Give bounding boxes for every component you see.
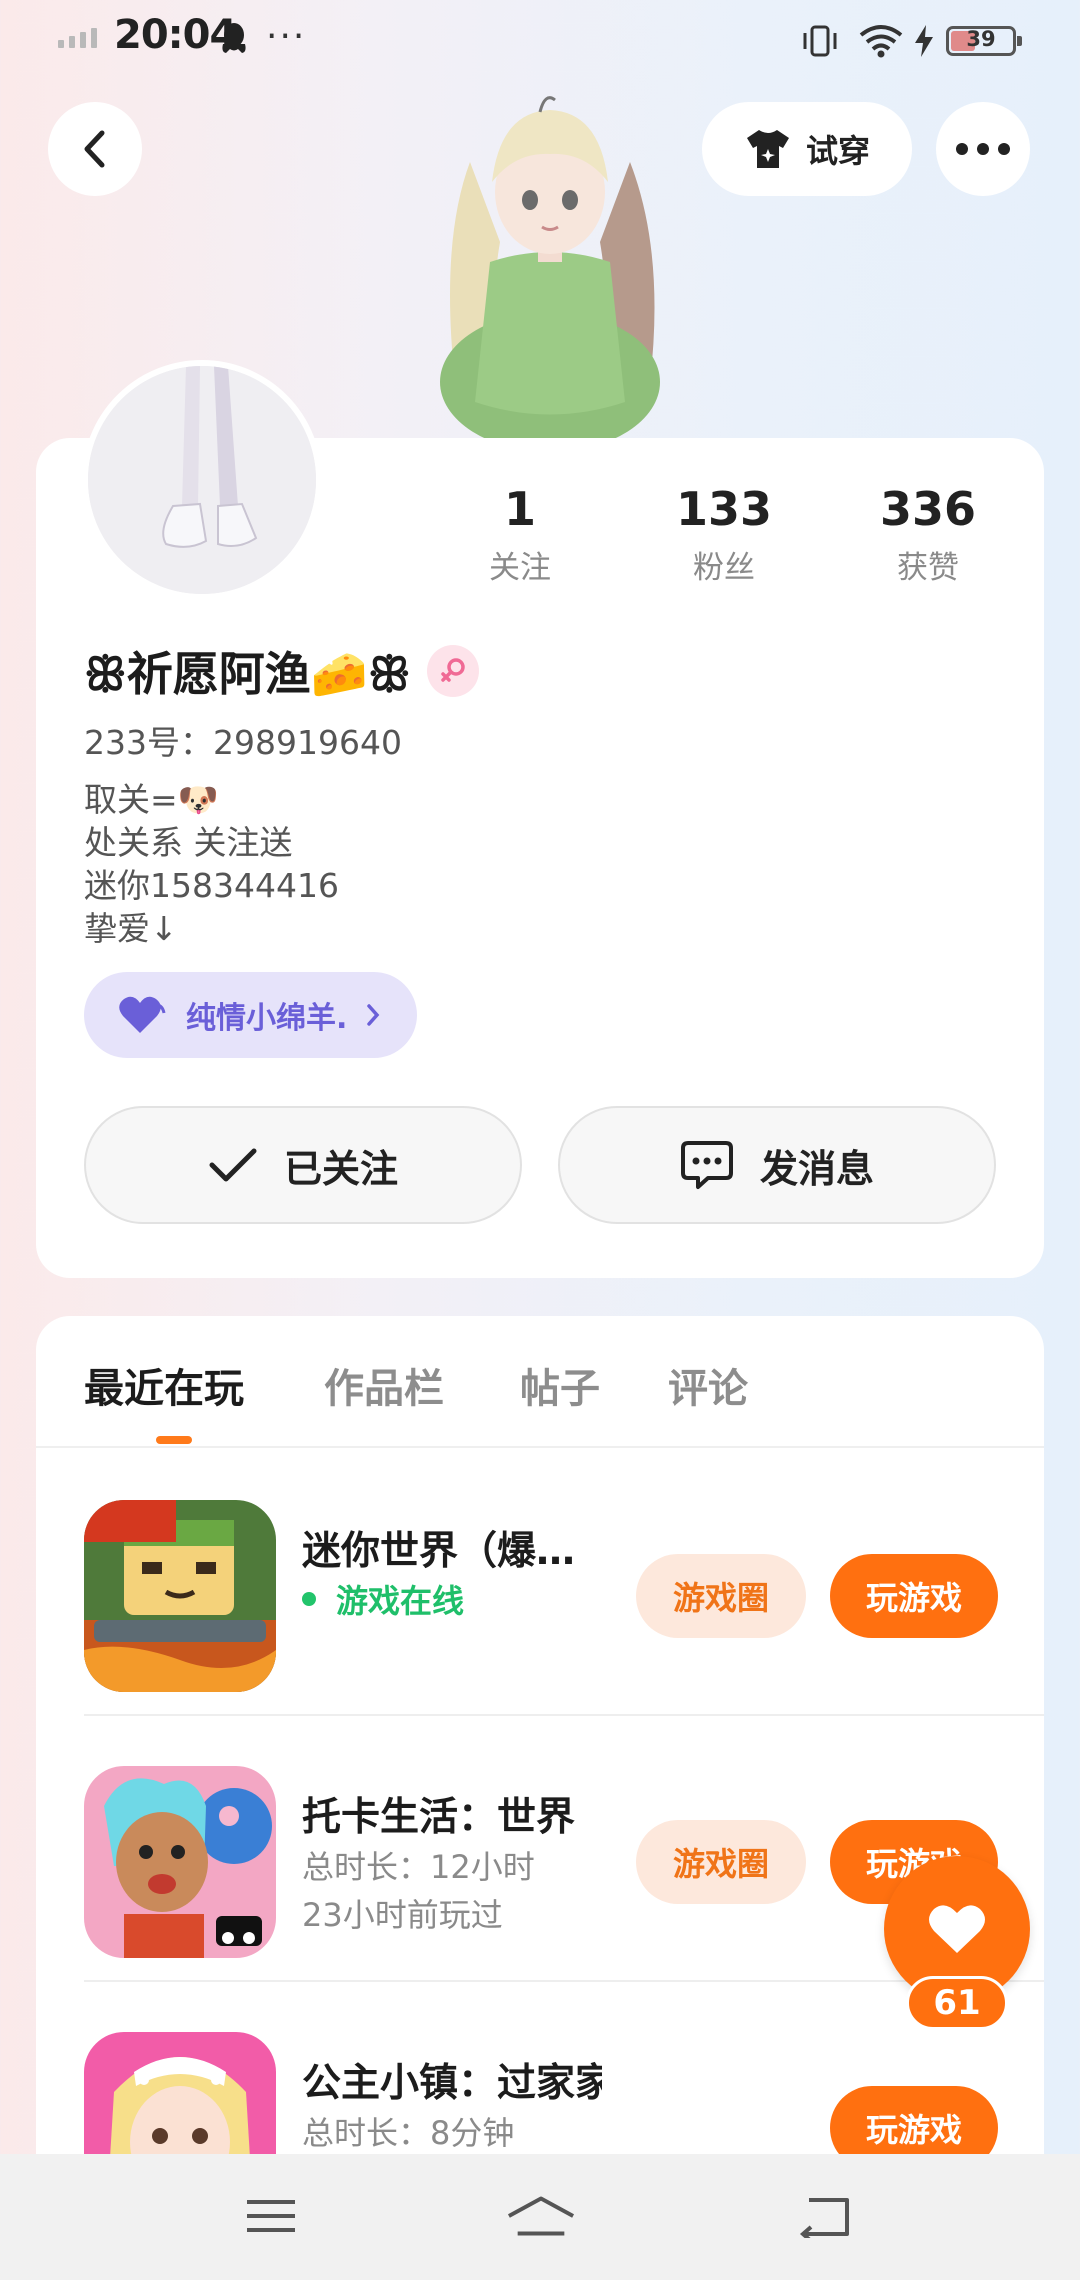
following-button[interactable]: 已关注 [84, 1106, 522, 1224]
tab-comments[interactable]: 评论 [668, 1356, 748, 1414]
chevron-left-icon [84, 130, 105, 168]
battery-icon: 39 [946, 26, 1022, 56]
stat-fans[interactable]: 133 粉丝 [644, 484, 804, 587]
bio-line: 挚爱↓ [84, 909, 178, 948]
shirt-icon [746, 130, 789, 168]
nickname: ꕥ祈愿阿渔🧀ꕥ [84, 647, 411, 701]
send-message-button[interactable]: 发消息 [558, 1106, 996, 1224]
qq-icon [222, 23, 246, 53]
stat-following-label: 关注 [489, 550, 551, 586]
avatar-image [88, 366, 316, 594]
send-message-label: 发消息 [759, 1146, 874, 1191]
game-circle-button[interactable]: 游戏圈 [636, 1820, 806, 1904]
game-status-label: 游戏在线 [336, 1582, 465, 1620]
home-icon [507, 2196, 575, 2236]
stat-likes[interactable]: 336 获赞 [848, 484, 1008, 587]
play-game-button[interactable]: 玩游戏 [830, 1554, 998, 1638]
profile-stats: 1 关注 133 粉丝 336 获赞 [440, 484, 1040, 594]
female-icon [426, 645, 479, 697]
chat-bubble-icon [680, 1141, 733, 1189]
bio-line: 迷你158344416 [84, 866, 339, 905]
try-on-button[interactable]: 试穿 [702, 102, 912, 196]
wifi-icon [859, 25, 903, 58]
try-on-label: 试穿 [805, 132, 870, 170]
check-icon [209, 1148, 257, 1182]
game-title: 公主小镇：过家家 [302, 2061, 602, 2106]
vibrate-icon [803, 25, 837, 57]
back-button[interactable] [48, 102, 142, 196]
nickname-row: ꕥ祈愿阿渔🧀ꕥ [84, 638, 479, 704]
relationship-label: 纯情小绵羊. [186, 1001, 348, 1036]
games-card: 最近在玩 作品栏 帖子 评论 迷你世界（爆… 游戏在线 游戏圈 玩游戏 托卡生活… [36, 1316, 1044, 2280]
game-row[interactable]: 迷你世界（爆… 游戏在线 游戏圈 玩游戏 [84, 1450, 1044, 1716]
recent-apps-button[interactable] [236, 2186, 306, 2246]
tab-recently-played[interactable]: 最近在玩 [84, 1356, 244, 1414]
profile-tabs: 最近在玩 作品栏 帖子 评论 [36, 1316, 1044, 1448]
home-button[interactable] [506, 2186, 576, 2246]
like-count: 61 [906, 1976, 1008, 2030]
game-last-played: 23小时前玩过 [302, 1896, 503, 1934]
status-time: 20:04 [114, 12, 237, 58]
tab-works[interactable]: 作品栏 [324, 1356, 444, 1414]
online-dot-icon [302, 1592, 316, 1606]
game-title: 托卡生活：世界 [302, 1795, 576, 1840]
heart-icon [929, 1905, 985, 1953]
battery-level: 39 [966, 27, 996, 51]
game-circle-button[interactable]: 游戏圈 [636, 1554, 806, 1638]
tab-posts[interactable]: 帖子 [520, 1356, 600, 1414]
chevron-right-icon [367, 1004, 380, 1026]
bio: 取关=🐶 处关系 关注送 迷你158344416 挚爱↓ [84, 778, 339, 950]
signal-icon [58, 28, 97, 48]
charging-icon [915, 25, 933, 57]
stat-likes-label: 获赞 [897, 550, 959, 586]
following-label: 已关注 [283, 1146, 398, 1191]
bio-line: 取关=🐶 [84, 780, 219, 819]
avatar-figure-image [440, 96, 660, 442]
back-nav-button[interactable] [790, 2186, 860, 2246]
status-bar: 20:04 ··· 39 [0, 0, 1080, 80]
tab-indicator [156, 1436, 192, 1444]
game-title: 迷你世界（爆… [302, 1529, 576, 1574]
system-nav-bar [0, 2154, 1080, 2280]
more-notifications: ··· [266, 16, 307, 57]
game-duration: 总时长：12小时 [302, 1848, 535, 1886]
stat-following[interactable]: 1 关注 [440, 484, 600, 587]
back-icon [799, 2198, 849, 2238]
more-options-button[interactable] [936, 102, 1030, 196]
game-duration: 总时长：8分钟 [302, 2114, 515, 2152]
stat-following-value: 1 [503, 482, 536, 536]
relationship-pill[interactable]: 纯情小绵羊. [84, 972, 418, 1058]
heart-icon [119, 996, 166, 1033]
game-icon[interactable] [84, 1500, 276, 1692]
game-icon[interactable] [84, 1766, 276, 1958]
stat-fans-value: 133 [675, 482, 773, 536]
user-id: 233号：298919640 [84, 723, 402, 762]
avatar[interactable] [82, 360, 322, 600]
menu-icon [247, 2200, 295, 2232]
stat-fans-label: 粉丝 [693, 550, 755, 586]
more-horizontal-icon [956, 143, 1010, 155]
game-status: 游戏在线 [302, 1576, 464, 1622]
bio-line: 处关系 关注送 [84, 823, 293, 862]
stat-likes-value: 336 [879, 482, 977, 536]
